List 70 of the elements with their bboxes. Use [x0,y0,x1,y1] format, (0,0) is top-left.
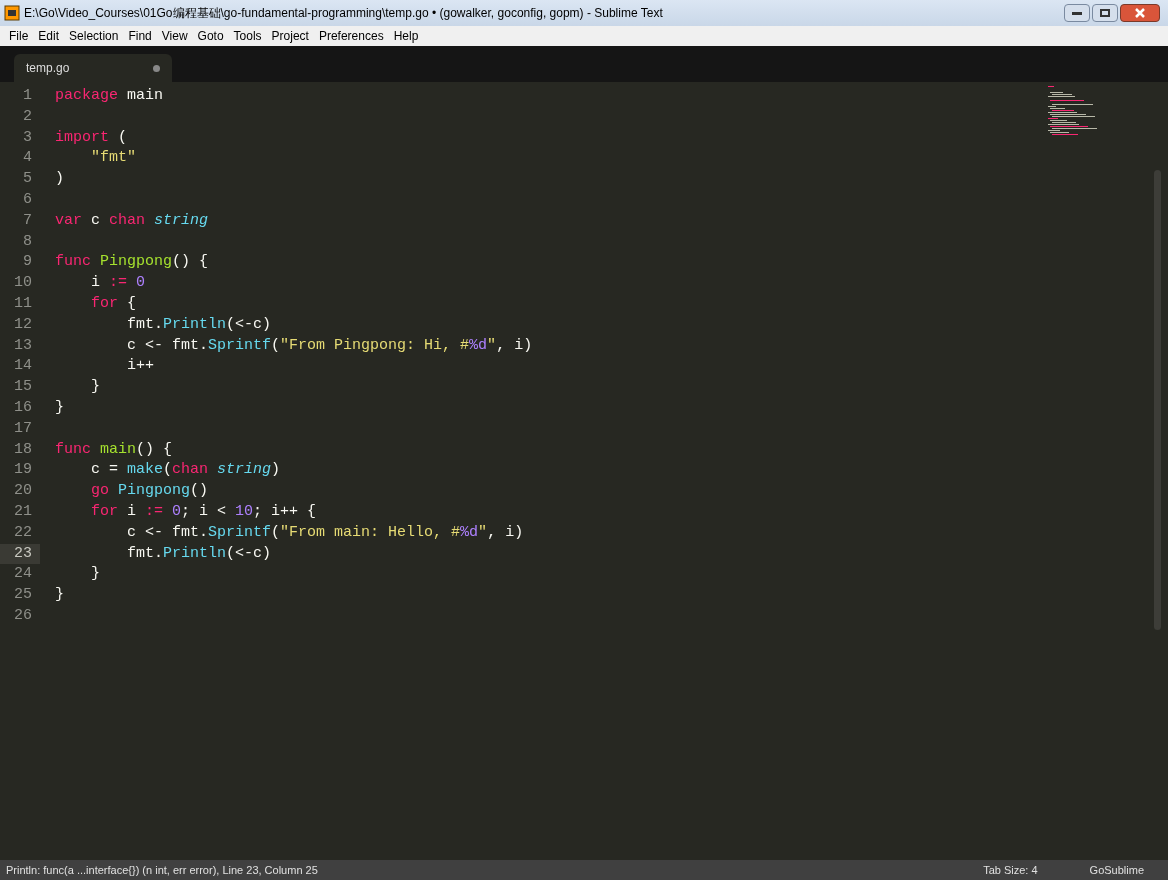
code-line: go Pingpong() [90,481,209,502]
menu-item[interactable]: View [156,26,193,46]
line-number: 24 [13,564,33,585]
window-title: E:\Go\Video_Courses\01Go编程基础\go-fundamental-programming\temp.go • (gowalker, goconfig, gopm) - Sublime Text [24,5,663,22]
code-line: } [54,585,64,606]
line-number: 7 [22,210,33,231]
menu-item[interactable]: Edit [33,26,65,46]
line-number: 14 [13,356,33,377]
line-number: 16 [13,397,33,418]
code-line: i := 0 [90,273,146,294]
code-line: ) [54,169,64,190]
maximize-icon [1100,9,1110,17]
code-line: func main() { [54,439,173,460]
line-number: 20 [13,481,33,502]
tab-size-indicator[interactable]: Tab Size: 4 [983,861,1038,879]
line-number: 8 [22,231,33,252]
code-line: import ( [54,127,128,148]
close-icon [1135,8,1145,18]
line-number: 12 [13,314,33,335]
code-line: c <- fmt.Sprintf("From main: Hello, #%d", i) [126,522,524,543]
line-number: 26 [13,605,33,626]
code-line: fmt.Println(<-c) [126,543,272,564]
syntax-indicator[interactable]: GoSublime [1089,861,1144,879]
code-line: } [90,377,100,398]
line-number: 22 [13,522,33,543]
menu-item[interactable]: Preferences [313,26,389,46]
line-number: 15 [13,377,33,398]
menu-item[interactable]: Selection [64,26,124,46]
line-number: 17 [13,418,33,439]
code-line: c <- fmt.Sprintf("From Pingpong: Hi, #%d", i) [126,335,533,356]
minimize-icon [1072,11,1082,15]
line-number: 25 [13,585,33,606]
code-line: "fmt" [90,148,136,169]
code-line: for { [90,293,137,314]
line-number: 1 [22,86,33,106]
editor-tab[interactable]: temp.go [14,54,172,82]
line-number: 18 [13,439,33,460]
line-number: 5 [22,169,33,190]
line-number: 11 [13,293,33,314]
menu-item[interactable]: Project [266,26,314,46]
line-number: 19 [13,460,33,481]
menu-item[interactable]: Find [123,26,157,46]
line-number: 23 [0,543,40,565]
menu-item[interactable]: Goto [192,26,229,46]
code-line: for i := 0; i < 10; i++ { [90,501,317,522]
maximize-button[interactable] [1092,4,1118,22]
line-number: 3 [22,127,33,148]
tab-label: temp.go [26,60,70,77]
line-number: 13 [13,335,33,356]
minimize-button[interactable] [1064,4,1090,22]
line-number: 6 [22,190,33,210]
line-number: 2 [22,106,33,127]
code-line: c = make(chan string) [90,460,281,481]
app-icon [4,5,20,21]
menu-item[interactable]: Help [388,26,424,46]
close-button[interactable] [1120,4,1160,22]
menu-item[interactable]: File [4,26,34,46]
code-line: fmt.Println(<-c) [126,314,272,335]
code-line: func Pingpong() { [54,252,209,273]
code-line: package main [54,86,164,106]
line-number: 10 [13,273,33,294]
code-line: } [90,564,100,585]
line-number: 9 [22,252,33,273]
code-line: } [54,397,64,418]
menu-item[interactable]: Tools [228,26,267,46]
status-message: Println: func(a ...interface{}) (n int, err error), Line 23, Column 25 [6,862,318,878]
code-line: var c chan string [54,210,209,231]
code-line: i++ [126,356,155,377]
line-number: 4 [22,148,33,169]
line-number: 21 [13,501,33,522]
